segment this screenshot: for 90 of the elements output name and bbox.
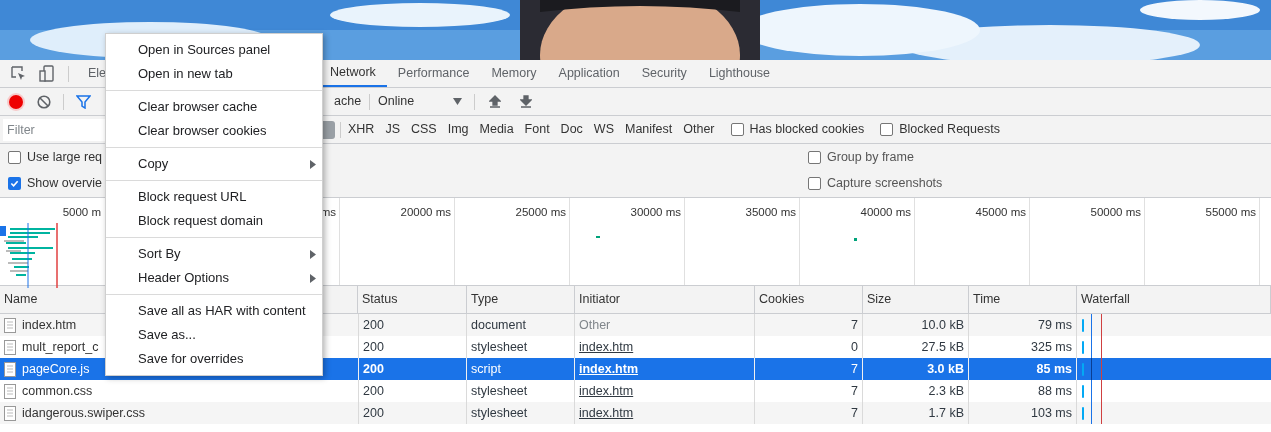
time-tick: 50000 ms: [1090, 205, 1141, 220]
table-cell-text: mult_report_c: [22, 338, 99, 356]
table-cell: 7: [755, 402, 863, 424]
request-mark: [854, 238, 857, 241]
record-button[interactable]: [9, 94, 23, 109]
table-cell: 103 ms: [969, 402, 1077, 424]
table-cell-text: common.css: [22, 382, 93, 400]
table-cell-text: Other: [579, 316, 611, 334]
table-cell: 200: [358, 402, 467, 424]
time-tick: 55000 ms: [1205, 205, 1256, 220]
menu-item[interactable]: Open in new tab: [106, 62, 322, 86]
request-mark: [596, 236, 600, 238]
option-label: Has blocked cookies: [749, 121, 865, 139]
column-header[interactable]: Time: [969, 286, 1077, 313]
option-label: Blocked Requests: [899, 121, 1000, 139]
type-filter-button[interactable]: JS: [385, 120, 400, 139]
column-header[interactable]: Size: [863, 286, 969, 313]
menu-item[interactable]: Copy: [106, 152, 322, 176]
file-icon: [4, 339, 16, 355]
type-filter-button[interactable]: WS: [593, 120, 614, 139]
throttle-dropdown[interactable]: Online: [378, 92, 463, 111]
cache-label: ache: [334, 93, 362, 111]
checkbox[interactable]: [8, 177, 21, 191]
dropdown-caret-icon: [453, 98, 463, 105]
time-tick: 30000 ms: [630, 205, 681, 220]
table-cell: stylesheet: [467, 402, 575, 424]
panel-tab[interactable]: Application: [547, 60, 631, 87]
type-filter-button[interactable]: Other: [683, 120, 715, 139]
menu-item[interactable]: Block request URL: [106, 185, 322, 209]
column-header[interactable]: Initiator: [575, 286, 755, 313]
type-filter-button[interactable]: Img: [447, 120, 469, 139]
column-header[interactable]: Waterfall: [1077, 286, 1271, 313]
panel-tab[interactable]: Performance: [386, 60, 481, 87]
checkbox[interactable]: [808, 177, 821, 191]
file-icon: [4, 383, 16, 399]
type-filter-button[interactable]: Doc: [560, 120, 583, 139]
table-cell-text: index.htm: [22, 316, 77, 334]
initiator-link[interactable]: index.htm: [579, 381, 634, 401]
panel-tab[interactable]: Security: [630, 60, 698, 87]
type-filter-button[interactable]: CSS: [411, 120, 437, 139]
file-icon: [4, 317, 16, 333]
column-header[interactable]: Cookies: [755, 286, 863, 313]
checkbox[interactable]: [730, 123, 744, 136]
initiator-link[interactable]: index.htm: [579, 359, 639, 379]
clear-icon[interactable]: [37, 94, 51, 109]
file-icon: [4, 405, 16, 421]
inspect-icon[interactable]: [10, 65, 27, 82]
initiator-link[interactable]: index.htm: [579, 337, 634, 357]
submenu-arrow-icon: [310, 273, 316, 283]
setting-label: Group by frame: [827, 148, 914, 166]
checkbox[interactable]: [808, 150, 821, 164]
menu-item[interactable]: Open in Sources panel: [106, 38, 322, 62]
column-header[interactable]: Type: [467, 286, 575, 313]
time-tick: 35000 ms: [745, 205, 796, 220]
request-row[interactable]: idangerous.swiper.css 200 stylesheet index.htm 7 1.7 kB 103 ms: [0, 402, 1271, 424]
setting-label: Capture screenshots: [827, 175, 943, 193]
file-icon: [4, 361, 16, 377]
panel-tab[interactable]: Memory: [480, 60, 548, 87]
table-cell-text: idangerous.swiper.css: [22, 404, 145, 422]
time-tick: 20000 ms: [400, 205, 451, 220]
overview-drawing: [0, 223, 60, 288]
menu-item[interactable]: Sort By: [106, 242, 322, 266]
type-filter-button[interactable]: Media: [479, 120, 514, 139]
submenu-arrow-icon: [310, 249, 316, 259]
type-filter-button[interactable]: Manifest: [625, 120, 673, 139]
time-tick: 45000 ms: [975, 205, 1026, 220]
table-cell: 1.7 kB: [863, 402, 969, 424]
download-icon[interactable]: [520, 95, 533, 108]
filter-icon[interactable]: [76, 94, 91, 109]
submenu-arrow-icon: [310, 159, 316, 169]
device-icon[interactable]: [39, 65, 55, 82]
checkbox[interactable]: [8, 150, 21, 164]
time-tick: 40000 ms: [860, 205, 911, 220]
menu-item[interactable]: Block request domain: [106, 209, 322, 233]
type-filter-button[interactable]: XHR: [348, 120, 375, 139]
type-filter-button[interactable]: Font: [524, 120, 550, 139]
table-cell-text: pageCore.js: [22, 360, 90, 378]
initiator-link[interactable]: index.htm: [579, 403, 634, 423]
column-header[interactable]: Status: [358, 286, 467, 313]
menu-item[interactable]: Clear browser cache: [106, 95, 322, 119]
checkbox[interactable]: [880, 123, 894, 136]
setting-label: Use large req: [27, 148, 103, 166]
menu-item[interactable]: Clear browser cookies: [106, 119, 322, 143]
checkmark-icon: [10, 179, 19, 189]
time-tick: 25000 ms: [515, 205, 566, 220]
time-tick: 5000 m: [62, 205, 101, 220]
panel-tab[interactable]: Lighthouse: [697, 60, 782, 87]
upload-icon[interactable]: [489, 95, 502, 108]
menu-item[interactable]: Header Options: [106, 266, 322, 290]
setting-label: Show overvie: [27, 175, 103, 193]
